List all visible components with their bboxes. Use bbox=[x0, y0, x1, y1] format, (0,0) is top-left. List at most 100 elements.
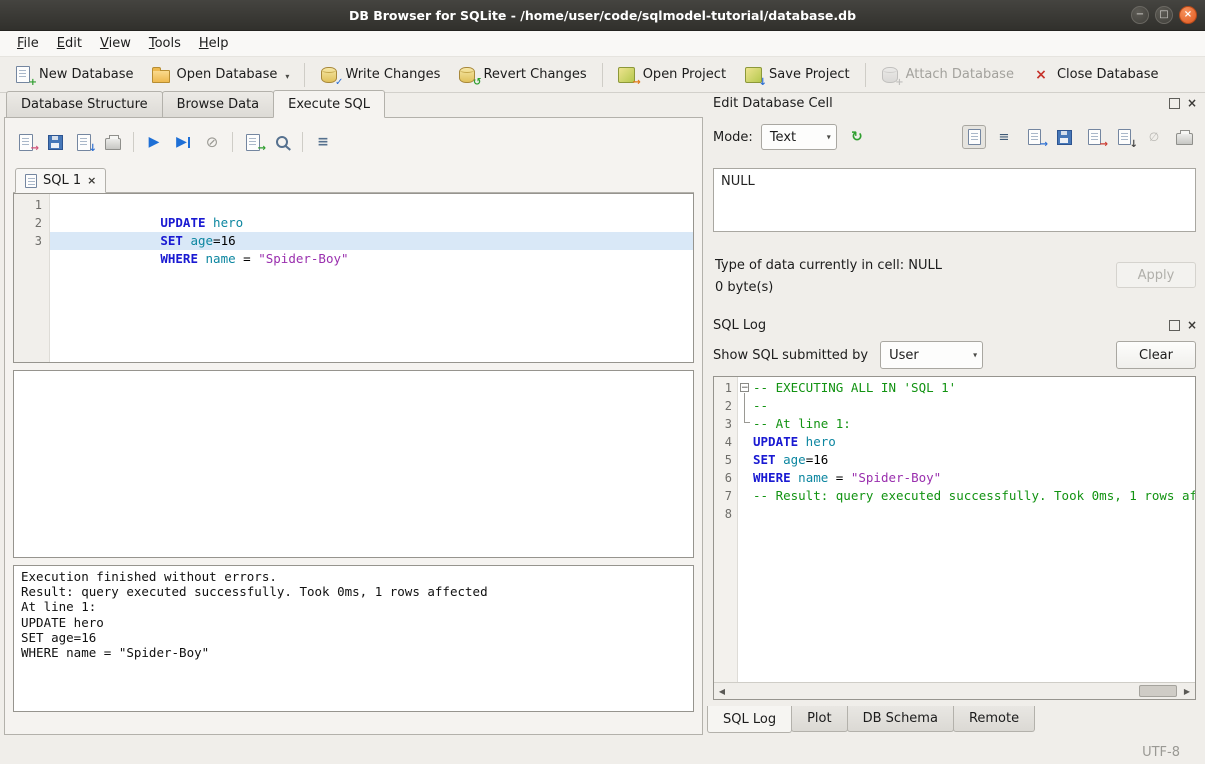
tab-browse-data[interactable]: Browse Data bbox=[162, 91, 275, 118]
fold-column: − bbox=[738, 377, 751, 699]
scrollbar-track[interactable] bbox=[730, 683, 1179, 699]
maximize-button[interactable]: □ bbox=[1155, 6, 1173, 24]
editor-code-area[interactable]: UPDATE hero SET age=16 WHERE name = "Spi… bbox=[50, 194, 693, 362]
fold-collapse-icon[interactable]: − bbox=[740, 383, 749, 392]
sql-editor[interactable]: 1 2 3 UPDATE hero SET age=16 WHERE name … bbox=[13, 193, 694, 363]
submitter-select[interactable]: User ▾ bbox=[880, 341, 983, 369]
line-number: 3 bbox=[14, 232, 49, 250]
mode-label: Mode: bbox=[713, 130, 753, 145]
chevron-down-icon: ▾ bbox=[973, 351, 977, 360]
menu-help[interactable]: Help bbox=[190, 33, 238, 54]
cell-value-editor[interactable]: NULL bbox=[713, 168, 1196, 232]
close-panel-icon[interactable]: × bbox=[1187, 97, 1197, 109]
save-sql-file-button[interactable] bbox=[42, 129, 68, 155]
sql-file-tab[interactable]: SQL 1 × bbox=[15, 168, 106, 193]
toolbar-separator bbox=[302, 132, 303, 152]
dock-tab-db-schema[interactable]: DB Schema bbox=[847, 706, 954, 732]
cell-size-text: 0 byte(s) bbox=[715, 280, 773, 295]
open-sql-file-button[interactable]: → bbox=[13, 129, 39, 155]
text-mode-button[interactable] bbox=[962, 125, 986, 149]
log-line: WHERE name = "Spider-Boy" bbox=[751, 469, 1195, 487]
auto-update-button[interactable]: ↻ bbox=[845, 125, 869, 149]
export-sql-button[interactable]: ↓ bbox=[71, 129, 97, 155]
scrollbar-thumb[interactable] bbox=[1139, 685, 1177, 697]
scroll-right-icon[interactable]: ▶ bbox=[1179, 687, 1195, 696]
code-token: = bbox=[828, 470, 851, 485]
execute-sql-pane: → ↓ ▶ ▶ ⊘ → ≡ SQL 1 bbox=[4, 117, 703, 735]
close-tab-icon[interactable]: × bbox=[87, 174, 96, 187]
dock-tab-remote[interactable]: Remote bbox=[953, 706, 1035, 732]
close-panel-icon[interactable]: × bbox=[1187, 319, 1197, 331]
editor-gutter: 1 2 3 bbox=[14, 194, 50, 362]
clear-button[interactable]: Clear bbox=[1116, 341, 1196, 369]
log-line: -- Result: query executed successfully. … bbox=[751, 487, 1195, 505]
execution-message-panel[interactable]: Execution finished without errors. Resul… bbox=[13, 565, 694, 712]
float-panel-icon[interactable] bbox=[1169, 98, 1180, 109]
line-number: 6 bbox=[714, 469, 737, 487]
set-null-button: ∅ bbox=[1142, 125, 1166, 149]
submitter-value: User bbox=[889, 348, 919, 363]
line-number: 7 bbox=[714, 487, 737, 505]
log-line: SET age=16 bbox=[751, 451, 1195, 469]
export-results-button[interactable]: → bbox=[240, 129, 266, 155]
code-token: UPDATE bbox=[160, 215, 205, 230]
scroll-left-icon[interactable]: ◀ bbox=[714, 687, 730, 696]
word-wrap-button[interactable]: ≡ bbox=[992, 125, 1016, 149]
print-icon bbox=[105, 134, 121, 150]
refresh-icon: ↻ bbox=[851, 129, 863, 145]
print-cell-button[interactable] bbox=[1172, 125, 1196, 149]
close-database-button[interactable]: × Close Database bbox=[1024, 61, 1167, 89]
sql-file-tab-bar: SQL 1 × bbox=[13, 165, 694, 193]
code-line: UPDATE hero bbox=[50, 196, 693, 214]
execute-all-button[interactable]: ▶ bbox=[141, 129, 167, 155]
dock-tab-bar: SQL Log Plot DB Schema Remote bbox=[707, 706, 1034, 734]
new-database-button[interactable]: + New Database bbox=[6, 61, 142, 89]
right-panel: Edit Database Cell × Mode: Text ▾ ↻ ≡ → bbox=[705, 90, 1205, 740]
import-cell-icon: → bbox=[1085, 128, 1103, 146]
minimize-button[interactable]: − bbox=[1131, 6, 1149, 24]
fold-bracket bbox=[744, 393, 750, 423]
open-database-button[interactable]: Open Database ▾ bbox=[144, 61, 298, 89]
code-token: -- EXECUTING ALL IN 'SQL 1' bbox=[753, 380, 956, 395]
horizontal-scrollbar[interactable]: ◀ ▶ bbox=[714, 682, 1195, 699]
format-sql-button[interactable]: ≡ bbox=[310, 129, 336, 155]
stop-button: ⊘ bbox=[199, 129, 225, 155]
tab-execute-sql[interactable]: Execute SQL bbox=[273, 90, 385, 118]
menu-view[interactable]: View bbox=[91, 33, 140, 54]
titlebar[interactable]: DB Browser for SQLite - /home/user/code/… bbox=[0, 0, 1205, 31]
tab-database-structure[interactable]: Database Structure bbox=[6, 91, 163, 118]
open-project-button[interactable]: → Open Project bbox=[610, 61, 734, 89]
sql-tab-label: SQL 1 bbox=[43, 173, 81, 188]
dock-tab-sql-log[interactable]: SQL Log bbox=[707, 706, 792, 733]
encoding-indicator[interactable]: UTF-8 bbox=[1142, 745, 1180, 760]
code-token: hero bbox=[206, 215, 244, 230]
menu-file[interactable]: File bbox=[8, 33, 48, 54]
dock-tab-plot[interactable]: Plot bbox=[791, 706, 848, 732]
print-button[interactable] bbox=[100, 129, 126, 155]
execute-line-button[interactable]: ▶ bbox=[170, 129, 196, 155]
menu-tools[interactable]: Tools bbox=[140, 33, 190, 54]
sql-log-view[interactable]: 1 2 3 4 5 6 7 8 − -- EXECUTING ALL IN 'S… bbox=[713, 376, 1196, 700]
import-cell-button[interactable]: → bbox=[1082, 125, 1106, 149]
results-grid[interactable] bbox=[13, 370, 694, 558]
status-bar: UTF-8 bbox=[0, 740, 1205, 764]
open-cell-file-button[interactable]: → bbox=[1022, 125, 1046, 149]
toolbar-separator bbox=[232, 132, 233, 152]
text-document-icon bbox=[968, 129, 981, 145]
mode-select[interactable]: Text ▾ bbox=[761, 124, 837, 150]
save-cell-file-button[interactable] bbox=[1052, 125, 1076, 149]
open-database-dropdown-icon[interactable]: ▾ bbox=[285, 72, 289, 84]
save-project-button[interactable]: ↓ Save Project bbox=[736, 61, 858, 89]
float-panel-icon[interactable] bbox=[1169, 320, 1180, 331]
app-window: DB Browser for SQLite - /home/user/code/… bbox=[0, 0, 1205, 764]
apply-button: Apply bbox=[1116, 262, 1196, 288]
write-changes-button[interactable]: ✓ Write Changes bbox=[312, 61, 448, 89]
export-cell-button[interactable]: ↓ bbox=[1112, 125, 1136, 149]
write-changes-icon: ✓ bbox=[320, 66, 338, 84]
revert-changes-button[interactable]: ↺ Revert Changes bbox=[450, 61, 594, 89]
find-button[interactable] bbox=[269, 129, 295, 155]
menu-edit[interactable]: Edit bbox=[48, 33, 91, 54]
close-window-button[interactable]: × bbox=[1179, 6, 1197, 24]
line-number: 1 bbox=[14, 196, 49, 214]
close-window-icon: × bbox=[1184, 10, 1192, 20]
